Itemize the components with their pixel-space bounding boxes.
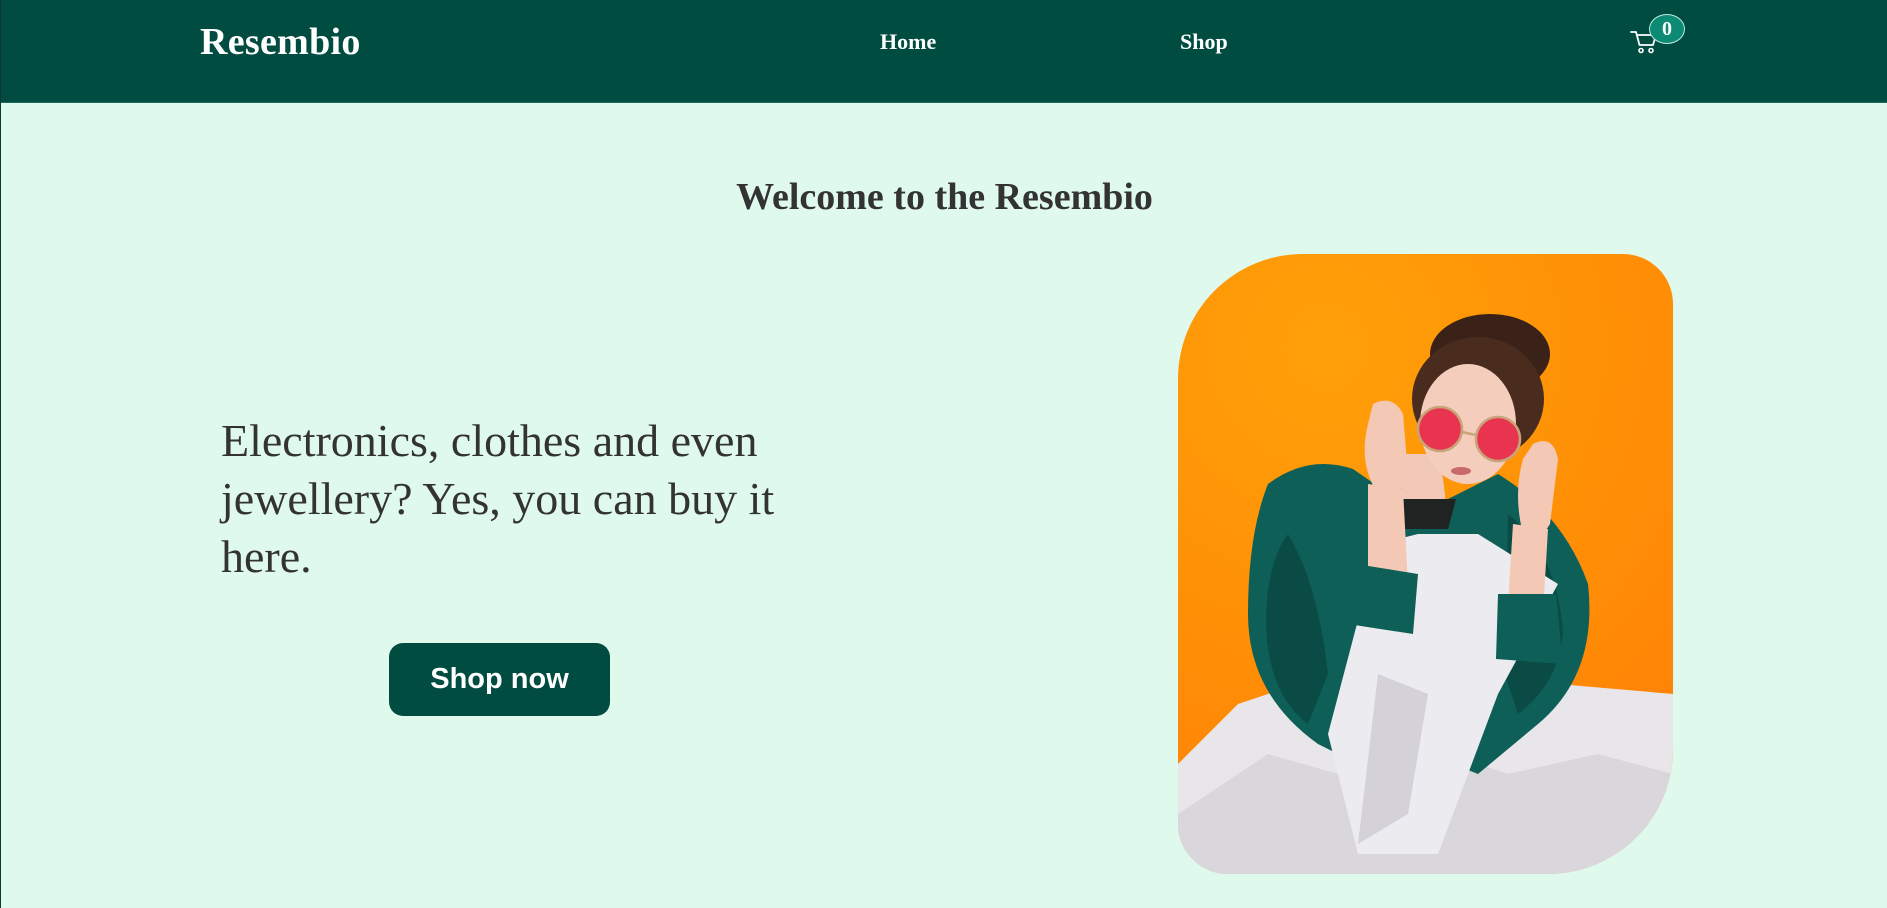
nav-shop-link[interactable]: Shop — [1180, 29, 1228, 55]
shop-now-button[interactable]: Shop now — [389, 643, 610, 716]
navbar: Resembio Home Shop 0 — [1, 0, 1887, 103]
hero-image — [1178, 254, 1673, 874]
nav-home-link[interactable]: Home — [880, 29, 936, 55]
cart-count-badge: 0 — [1649, 14, 1685, 44]
cart-button[interactable]: 0 — [1629, 14, 1689, 60]
hero-tagline: Electronics, clothes and even jewellery?… — [221, 415, 775, 582]
hero-photo — [1178, 314, 1673, 874]
welcome-heading: Welcome to the Resembio — [736, 176, 1153, 218]
brand-logo[interactable]: Resembio — [200, 20, 361, 64]
